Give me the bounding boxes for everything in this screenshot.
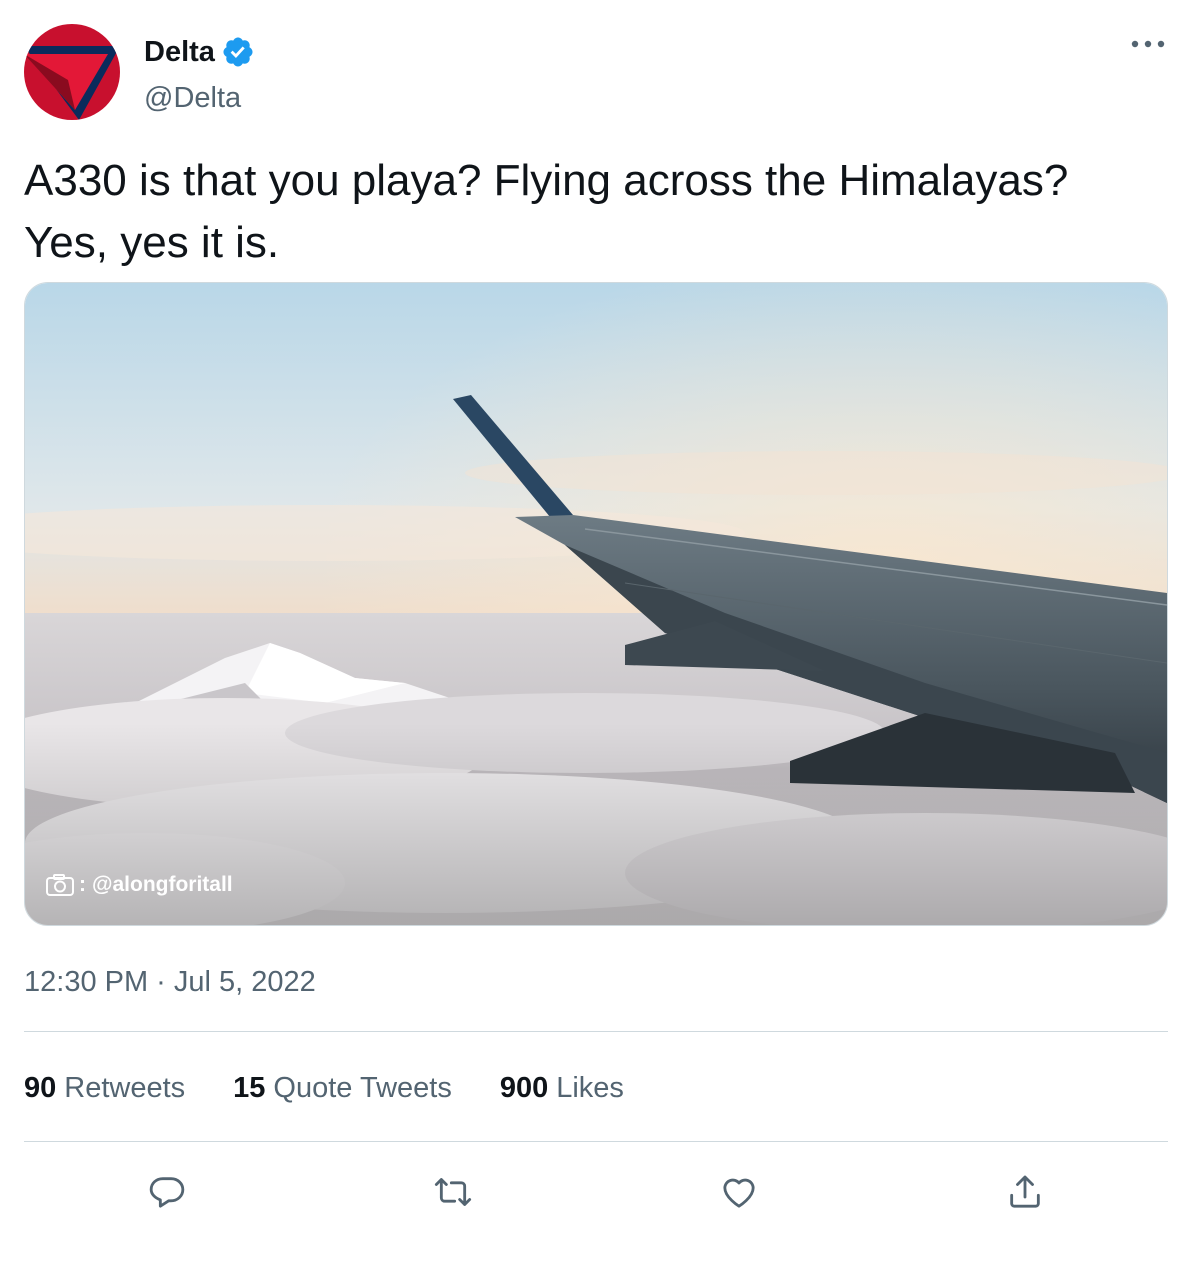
quote-tweets-count: 15 xyxy=(233,1072,266,1104)
more-options-button[interactable] xyxy=(1128,30,1168,58)
photo-credit-handle: @alongforitall xyxy=(92,873,233,896)
retweets-count: 90 xyxy=(24,1072,57,1104)
reply-button[interactable] xyxy=(139,1164,195,1220)
action-bar xyxy=(24,1164,1168,1220)
divider xyxy=(24,1031,1168,1032)
likes-count: 900 xyxy=(499,1072,549,1104)
verified-badge-icon xyxy=(223,37,253,67)
camera-icon xyxy=(46,874,74,896)
reply-icon xyxy=(149,1177,185,1208)
likes-stat[interactable]: 900 Likes xyxy=(500,1068,624,1108)
author-display-name[interactable]: Delta xyxy=(144,32,215,72)
retweets-stat[interactable]: 90 Retweets xyxy=(24,1068,185,1108)
like-button[interactable] xyxy=(711,1164,767,1220)
tweet-text-line: A330 is that you playa? Flying across th… xyxy=(24,156,1069,205)
tweet-text: A330 is that you playa? Flying across th… xyxy=(24,150,1164,274)
share-icon xyxy=(1010,1175,1040,1208)
airplane-wing-photo xyxy=(25,283,1167,925)
more-icon xyxy=(1131,40,1165,48)
tweet-photo[interactable]: : @alongforitall xyxy=(24,282,1168,926)
share-button[interactable] xyxy=(997,1164,1053,1220)
retweet-icon xyxy=(434,1178,472,1206)
quote-tweets-label: Quote Tweets xyxy=(273,1072,452,1104)
author-name-row[interactable]: Delta xyxy=(144,32,255,72)
author-handle[interactable]: @Delta xyxy=(144,80,241,116)
divider xyxy=(24,1141,1168,1142)
avatar[interactable] xyxy=(24,24,120,120)
quote-tweets-stat[interactable]: 15 Quote Tweets xyxy=(233,1068,452,1108)
photo-credit: : @alongforitall xyxy=(45,873,233,897)
retweet-button[interactable] xyxy=(425,1164,481,1220)
tweet-text-line: Yes, yes it is. xyxy=(24,218,280,267)
tweet-stats: 90 Retweets 15 Quote Tweets 900 Likes xyxy=(24,1068,672,1108)
tweet-timestamp[interactable]: 12:30 PM · Jul 5, 2022 xyxy=(24,962,316,1002)
photo-credit-separator: : xyxy=(79,873,86,896)
retweets-label: Retweets xyxy=(64,1072,186,1104)
delta-logo-icon xyxy=(24,24,120,120)
like-icon xyxy=(723,1178,755,1208)
likes-label: Likes xyxy=(556,1072,624,1104)
